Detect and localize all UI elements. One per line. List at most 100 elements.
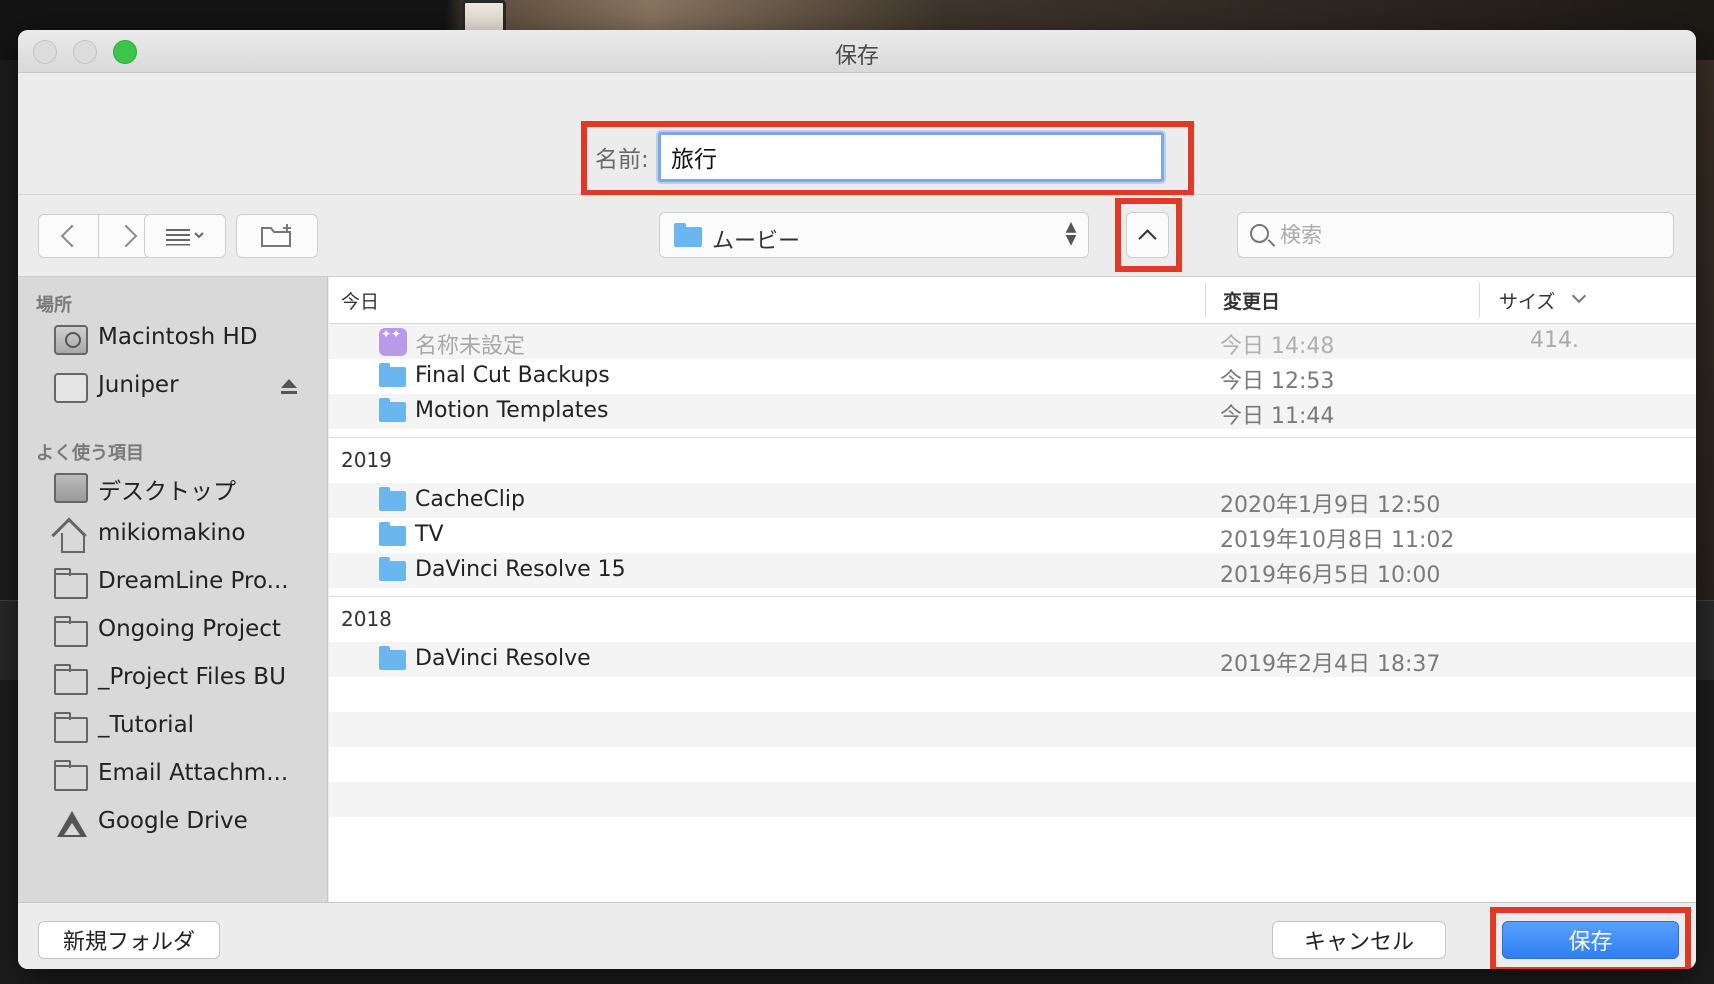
file-name: DaVinci Resolve 15	[415, 557, 626, 582]
file-name: Motion Templates	[415, 398, 609, 423]
column-divider[interactable]	[1479, 283, 1480, 317]
title-bar: 保存	[18, 30, 1696, 73]
search-field[interactable]	[1237, 212, 1674, 258]
eject-icon[interactable]	[280, 379, 298, 397]
background-edge	[1696, 60, 1714, 600]
sidebar-item-label: デスクトップ	[98, 479, 236, 505]
sidebar-item-label: DreamLine Pro...	[98, 568, 289, 594]
chevron-right-icon	[114, 224, 138, 248]
google-drive-icon	[54, 809, 88, 839]
toolbar: ムービー ▲ ▼	[18, 195, 1696, 277]
folder-icon	[54, 568, 88, 599]
view-options-button[interactable]	[144, 214, 226, 258]
folder-icon	[379, 522, 406, 546]
home-icon	[54, 521, 88, 553]
file-name: DaVinci Resolve	[415, 646, 591, 671]
file-size: 414.	[1530, 328, 1579, 353]
cancel-button[interactable]: キャンセル	[1272, 921, 1446, 959]
file-name: 名称未設定	[415, 334, 526, 359]
chevron-up-icon	[1138, 229, 1157, 248]
search-input[interactable]	[1280, 219, 1660, 251]
empty-row	[329, 712, 1696, 747]
empty-row	[329, 677, 1696, 712]
file-list: 今日 変更日 サイズ 名称未設定 今日 14:48 414. Final Cut…	[329, 277, 1696, 902]
location-popup[interactable]: ムービー ▲ ▼	[659, 212, 1089, 258]
sidebar-item-label: Email Attachm...	[98, 760, 289, 786]
group-header-2018: 2018	[329, 596, 1696, 640]
new-folder-icon	[261, 224, 291, 247]
sidebar-item-label: Macintosh HD	[98, 324, 258, 350]
folder-icon	[379, 398, 406, 422]
file-row[interactable]: 名称未設定 今日 14:48 414.	[329, 324, 1696, 359]
name-row: 名前:	[18, 73, 1696, 196]
new-folder-toolbar-button[interactable]	[236, 214, 318, 258]
folder-icon	[54, 664, 88, 695]
file-date: 2019年2月4日 18:37	[1220, 652, 1441, 677]
collapse-dialog-button[interactable]	[1126, 212, 1169, 258]
column-header-size[interactable]: サイズ	[1499, 287, 1555, 314]
background-panel-right	[1694, 600, 1714, 680]
file-name: Final Cut Backups	[415, 363, 610, 388]
file-row[interactable]: TV 2019年10月8日 11:02	[329, 518, 1696, 553]
folder-icon	[54, 616, 88, 647]
navigation-buttons	[38, 214, 160, 258]
sidebar-item-macintosh-hd[interactable]: Macintosh HD	[18, 317, 327, 365]
new-folder-button[interactable]: 新規フォルダ	[38, 921, 220, 959]
sidebar-item-email-attachments[interactable]: Email Attachm...	[18, 753, 327, 801]
sidebar-item-label: _Project Files BU	[98, 664, 286, 690]
location-label: ムービー	[712, 229, 801, 254]
sidebar-item-home[interactable]: mikiomakino	[18, 513, 327, 561]
movies-folder-icon	[674, 223, 702, 247]
file-row[interactable]: DaVinci Resolve 15 2019年6月5日 10:00	[329, 553, 1696, 588]
save-button[interactable]: 保存	[1502, 921, 1679, 959]
empty-row	[329, 747, 1696, 782]
sidebar-item-label: mikiomakino	[98, 520, 246, 546]
file-date: 今日 12:53	[1220, 369, 1335, 394]
chevron-left-icon	[60, 224, 83, 248]
sidebar: 場所 Macintosh HD Juniper よく使う項目 デスクトップ mi…	[18, 277, 328, 902]
file-row[interactable]: Final Cut Backups 今日 12:53	[329, 359, 1696, 394]
sidebar-item-desktop[interactable]: デスクトップ	[18, 465, 327, 513]
folder-icon	[379, 487, 406, 511]
sidebar-item-label: Google Drive	[98, 808, 248, 834]
sidebar-item-label: Juniper	[98, 372, 179, 398]
group-title: 2018	[341, 607, 392, 631]
folder-icon	[379, 557, 406, 581]
sidebar-item-dreamline[interactable]: DreamLine Pro...	[18, 561, 327, 609]
project-file-icon	[379, 327, 407, 356]
sort-descending-icon	[1571, 288, 1587, 304]
name-label: 名前:	[595, 147, 649, 173]
file-date: 今日 14:48	[1220, 334, 1335, 359]
bottom-bar: 新規フォルダ キャンセル 保存	[18, 902, 1696, 969]
save-dialog: 保存 名前: ムービー	[18, 30, 1696, 969]
sidebar-item-project-files-bu[interactable]: _Project Files BU	[18, 657, 327, 705]
hard-drive-icon	[54, 325, 88, 355]
folder-icon	[54, 760, 88, 791]
external-drive-icon	[54, 373, 88, 403]
group-header-2019: 2019	[329, 437, 1696, 481]
folder-icon	[379, 646, 406, 670]
sidebar-item-tutorial[interactable]: _Tutorial	[18, 705, 327, 753]
back-button[interactable]	[38, 214, 99, 258]
column-header-name[interactable]: 今日	[341, 287, 379, 314]
filename-input[interactable]	[658, 132, 1164, 182]
column-header-modified[interactable]: 変更日	[1223, 287, 1280, 314]
empty-row	[329, 817, 1696, 852]
up-down-arrows-icon: ▲ ▼	[1065, 219, 1077, 248]
file-row[interactable]: DaVinci Resolve 2019年2月4日 18:37	[329, 642, 1696, 677]
sidebar-item-ongoing-project[interactable]: Ongoing Project	[18, 609, 327, 657]
sidebar-item-google-drive[interactable]: Google Drive	[18, 801, 327, 849]
column-divider[interactable]	[1205, 283, 1206, 317]
sidebar-section-favorites: よく使う項目	[36, 443, 144, 464]
background-thumbnail	[462, 0, 506, 34]
file-row[interactable]: Motion Templates 今日 11:44	[329, 394, 1696, 429]
list-view-icon	[166, 229, 204, 246]
file-date: 2020年1月9日 12:50	[1220, 493, 1441, 518]
file-date: 今日 11:44	[1220, 404, 1335, 429]
dialog-title: 保存	[834, 44, 879, 69]
sidebar-item-juniper[interactable]: Juniper	[18, 365, 327, 413]
file-date: 2019年10月8日 11:02	[1220, 528, 1455, 553]
file-row[interactable]: CacheClip 2020年1月9日 12:50	[329, 483, 1696, 518]
sidebar-item-label: Ongoing Project	[98, 616, 281, 642]
folder-icon	[379, 363, 406, 387]
